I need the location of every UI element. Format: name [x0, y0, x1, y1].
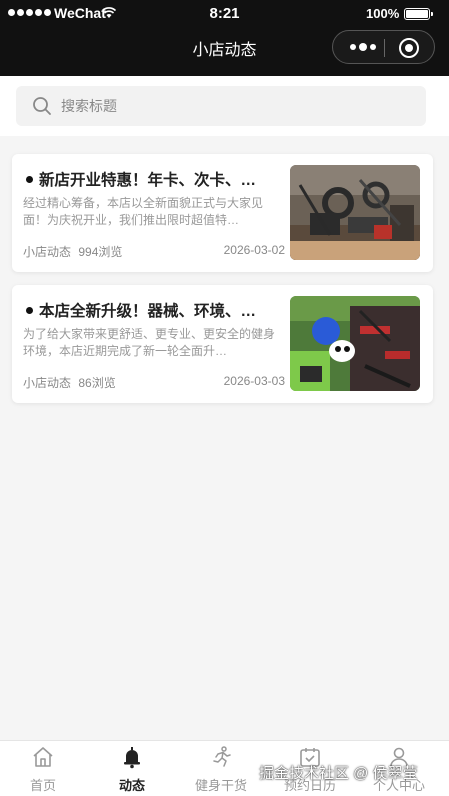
running-icon	[213, 746, 231, 767]
bell-icon	[124, 747, 140, 769]
article-summary: 经过精心筹备，本店以全新面貌正式与大家见面！为庆祝开业，我们推出限时超值特…	[23, 196, 264, 227]
search-icon	[33, 97, 51, 115]
tab-home[interactable]: 首页	[0, 741, 86, 796]
article-title: 本店全新升级！器械、环境、…	[39, 303, 257, 320]
tab-dynamics-label: 动态	[118, 778, 145, 793]
nav-bar: 小店动态	[0, 26, 449, 76]
article-card[interactable]: 本店全新升级！器械、环境、… 为了给大家带来更舒适、更专业、更安全的健身环境，本…	[12, 285, 433, 403]
tab-home-label: 首页	[29, 778, 56, 793]
watermark: 掘金技术社区 @ 侯翠莹	[259, 765, 418, 782]
article-summary: 为了给大家带来更舒适、更专业、更安全的健身环境，本店近期完成了新一轮全面升…	[23, 327, 276, 358]
article-date: 2026-03-02	[223, 243, 285, 257]
tab-fitness-tips[interactable]: 健身干货	[178, 741, 264, 796]
battery-icon	[404, 8, 433, 20]
article-card[interactable]: 新店开业特惠！年卡、次卡、… 经过精心筹备，本店以全新面貌正式与大家见面！为庆祝…	[12, 154, 433, 272]
tab-dynamics[interactable]: 动态	[89, 741, 175, 796]
article-thumbnail	[290, 165, 420, 260]
capsule-divider	[384, 39, 385, 57]
article-meta: 小店动态 86浏览 2026-03-03	[23, 374, 285, 391]
bullet-icon	[26, 306, 33, 314]
status-bar: WeChat 8:21 100%	[0, 0, 449, 26]
mini-program-capsule	[332, 30, 435, 64]
article-thumbnail	[290, 296, 420, 391]
search-input[interactable]: 搜索标题	[16, 86, 426, 126]
article-views: 994浏览	[78, 245, 123, 259]
tab-fitness-tips-label: 健身干货	[194, 778, 247, 793]
search-section: 搜索标题	[0, 76, 449, 136]
bullet-icon	[26, 175, 33, 183]
close-mini-program-icon[interactable]	[399, 38, 419, 58]
battery-percent: 100%	[366, 6, 400, 21]
article-meta: 小店动态 994浏览 2026-03-02	[23, 243, 285, 260]
search-placeholder: 搜索标题	[61, 98, 117, 114]
home-icon	[33, 747, 53, 767]
more-icon[interactable]	[343, 31, 383, 63]
article-date: 2026-03-03	[223, 374, 285, 388]
article-category: 小店动态	[23, 376, 72, 390]
article-title-row: 新店开业特惠！年卡、次卡、…	[24, 168, 286, 190]
article-title: 新店开业特惠！年卡、次卡、…	[39, 172, 257, 189]
article-category: 小店动态	[23, 245, 72, 259]
article-views: 86浏览	[78, 376, 116, 390]
article-title-row: 本店全新升级！器械、环境、…	[24, 299, 286, 321]
